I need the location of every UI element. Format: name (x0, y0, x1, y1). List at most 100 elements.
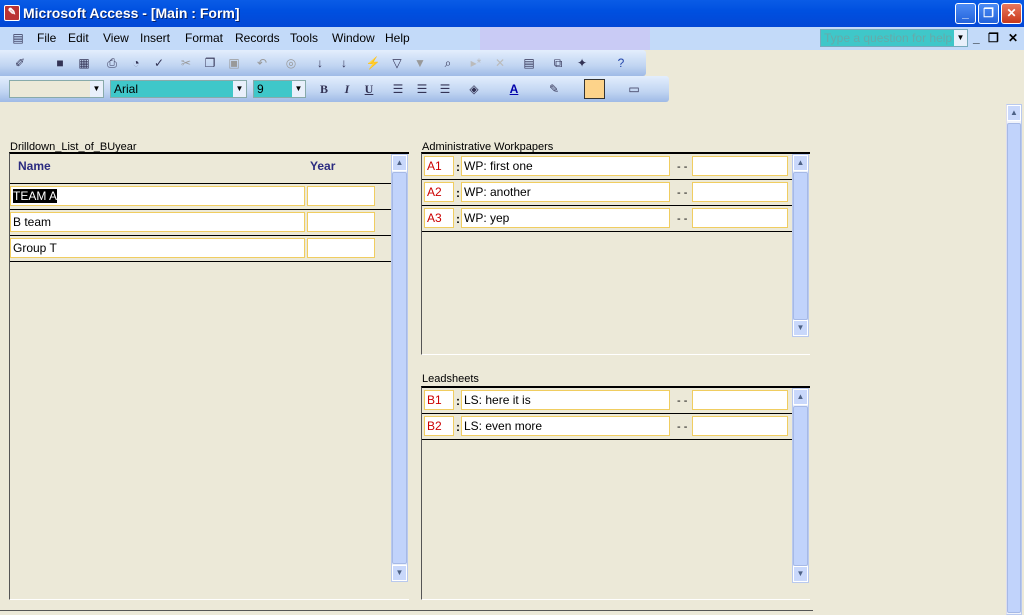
copy-icon[interactable]: ❐ (202, 55, 218, 71)
italic-button[interactable]: I (339, 81, 355, 97)
align-center-icon[interactable]: ☰ (414, 81, 430, 97)
description-field[interactable]: LS: here it is (461, 390, 670, 410)
scroll-thumb[interactable] (793, 406, 808, 566)
help-icon[interactable]: ? (613, 55, 629, 71)
form-control-menu-icon[interactable]: ▤ (10, 30, 26, 46)
object-select[interactable]: ▼ (9, 80, 104, 98)
menu-records[interactable]: Records (235, 31, 280, 45)
align-right-icon[interactable]: ☰ (437, 81, 453, 97)
year-field[interactable] (307, 212, 375, 232)
scroll-thumb[interactable] (793, 172, 808, 320)
save-icon[interactable]: ■ (52, 55, 68, 71)
database-window-icon[interactable]: ⧉ (550, 55, 566, 71)
mdi-restore-button[interactable]: ❐ (988, 31, 999, 45)
print-icon[interactable]: ⎙ (104, 55, 120, 71)
scroll-down-icon[interactable]: ▼ (392, 565, 407, 581)
chevron-down-icon[interactable]: ▼ (954, 30, 967, 46)
restore-button[interactable]: ❐ (978, 3, 999, 24)
scroll-up-icon[interactable]: ▲ (793, 389, 808, 405)
menu-insert[interactable]: Insert (140, 31, 170, 45)
leadsheets-scrollbar[interactable]: ▲ ▼ (792, 388, 809, 583)
separator-label: - - (677, 395, 688, 407)
name-field[interactable]: B team (10, 212, 305, 232)
name-field[interactable]: Group T (10, 238, 305, 258)
chevron-down-icon[interactable]: ▼ (90, 81, 103, 97)
sort-ascending-icon[interactable]: ↓ (312, 55, 328, 71)
close-button[interactable]: ✕ (1001, 3, 1022, 24)
scroll-down-icon[interactable]: ▼ (793, 566, 808, 582)
menu-window[interactable]: Window (332, 31, 375, 45)
scroll-thumb[interactable] (392, 172, 407, 564)
line-color-icon[interactable]: ✎ (546, 81, 562, 97)
new-object-icon[interactable]: ✦ (574, 55, 590, 71)
description-field[interactable]: WP: another (461, 182, 670, 202)
menu-format[interactable]: Format (185, 31, 223, 45)
leadsheets-subform: ▲ ▼ B1: LS: here it is - - B2: LS: even more… (421, 386, 810, 600)
code-field[interactable]: A2 (424, 182, 454, 202)
value-field[interactable] (692, 208, 788, 228)
form-vertical-scrollbar[interactable]: ▲ (1006, 104, 1022, 615)
new-record-icon[interactable]: ▸* (468, 55, 484, 71)
help-question-input[interactable]: Type a question for help ▼ (820, 29, 968, 47)
description-field[interactable]: LS: even more (461, 416, 670, 436)
minimize-button[interactable]: _ (955, 3, 976, 24)
cut-icon[interactable]: ✂ (178, 55, 194, 71)
value-field[interactable] (692, 390, 788, 410)
border-color-icon[interactable] (584, 79, 605, 99)
line-width-icon[interactable]: ▭ (626, 81, 642, 97)
scroll-up-icon[interactable]: ▲ (1007, 105, 1021, 121)
hyperlink-icon[interactable]: ◎ (283, 55, 299, 71)
menu-edit[interactable]: Edit (68, 31, 89, 45)
value-field[interactable] (692, 182, 788, 202)
access-app-icon: ✎ (4, 5, 20, 21)
sort-descending-icon[interactable]: ↓ (336, 55, 352, 71)
filter-by-selection-icon[interactable]: ⚡ (365, 55, 381, 71)
mdi-close-button[interactable]: ✕ (1008, 31, 1018, 45)
menu-view[interactable]: View (103, 31, 129, 45)
menu-help[interactable]: Help (385, 31, 410, 45)
chevron-down-icon[interactable]: ▼ (292, 81, 305, 97)
menu-tools[interactable]: Tools (290, 31, 318, 45)
code-field[interactable]: A1 (424, 156, 454, 176)
value-field[interactable] (692, 156, 788, 176)
spelling-icon[interactable]: ✓ (151, 55, 167, 71)
properties-icon[interactable]: ▤ (521, 55, 537, 71)
scroll-up-icon[interactable]: ▲ (392, 155, 407, 171)
print-preview-icon[interactable]: ◔ (128, 55, 144, 71)
value-field[interactable] (692, 416, 788, 436)
font-select[interactable]: Arial ▼ (110, 80, 247, 98)
scroll-down-icon[interactable]: ▼ (793, 320, 808, 336)
filter-by-form-icon[interactable]: ▽ (389, 55, 405, 71)
code-field[interactable]: B1 (424, 390, 454, 410)
scroll-up-icon[interactable]: ▲ (793, 155, 808, 171)
underline-button[interactable]: U (361, 81, 377, 97)
admin-scrollbar[interactable]: ▲ ▼ (792, 154, 809, 337)
name-value: Group T (13, 241, 57, 255)
view-icon[interactable]: ✐ (12, 55, 28, 71)
delete-record-icon[interactable]: ✕ (492, 55, 508, 71)
fill-color-icon[interactable]: ◈ (466, 81, 482, 97)
description-field[interactable]: WP: yep (461, 208, 670, 228)
undo-icon[interactable]: ↶ (254, 55, 270, 71)
paste-icon[interactable]: ▣ (226, 55, 242, 71)
mdi-minimize-button[interactable]: _ (973, 31, 980, 45)
bold-button[interactable]: B (316, 81, 332, 97)
menu-file[interactable]: File (37, 31, 56, 45)
code-field[interactable]: A3 (424, 208, 454, 228)
code-field[interactable]: B2 (424, 416, 454, 436)
year-field[interactable] (307, 238, 375, 258)
scroll-thumb[interactable] (1007, 123, 1021, 613)
file-search-icon[interactable]: ▦ (76, 55, 92, 71)
year-field[interactable] (307, 186, 375, 206)
description-field[interactable]: WP: first one (461, 156, 670, 176)
apply-filter-icon[interactable]: ▼ (412, 55, 428, 71)
align-left-icon[interactable]: ☰ (390, 81, 406, 97)
find-icon[interactable]: ⌕ (440, 55, 456, 71)
drilldown-scrollbar[interactable]: ▲ ▼ (391, 154, 408, 582)
font-color-button[interactable]: A (506, 81, 522, 97)
chevron-down-icon[interactable]: ▼ (233, 81, 246, 97)
font-size-select[interactable]: 9 ▼ (253, 80, 306, 98)
colon-label: : (456, 212, 460, 226)
separator-label: - - (677, 421, 688, 433)
name-field[interactable]: TEAM A (10, 186, 305, 206)
